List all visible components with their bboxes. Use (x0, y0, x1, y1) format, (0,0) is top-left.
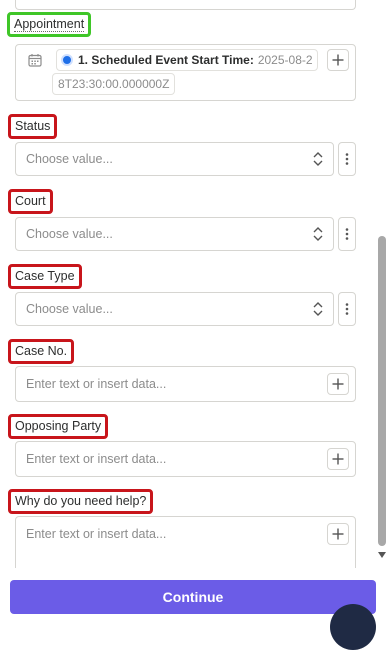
chevron-updown-icon (313, 227, 323, 241)
insert-data-button[interactable] (327, 49, 349, 71)
insert-data-button[interactable] (327, 523, 349, 545)
case-type-select[interactable]: Choose value... (15, 292, 334, 326)
why-help-textarea[interactable]: Enter text or insert data... (15, 516, 356, 576)
case-no-placeholder: Enter text or insert data... (26, 377, 167, 391)
insert-data-button[interactable] (327, 373, 349, 395)
kebab-menu-icon (345, 303, 349, 315)
footer: Continue (0, 568, 387, 616)
plus-icon (332, 378, 344, 390)
calendar-icon (28, 54, 42, 67)
court-options-button[interactable] (338, 217, 356, 251)
chevron-updown-icon (313, 152, 323, 166)
appointment-field[interactable]: 1. Scheduled Event Start Time: 2025-08-2… (15, 44, 356, 101)
step-value-continued: 8T23:30:00.000000Z (58, 77, 170, 91)
opposing-party-label: Opposing Party (8, 414, 109, 439)
court-select[interactable]: Choose value... (15, 217, 334, 251)
help-chat-button[interactable] (330, 604, 376, 650)
why-help-placeholder: Enter text or insert data... (26, 527, 167, 541)
insert-data-button[interactable] (327, 448, 349, 470)
kebab-menu-icon (345, 228, 349, 240)
step-app-icon (61, 54, 73, 66)
status-select[interactable]: Choose value... (15, 142, 334, 176)
mapped-data-pill-continued[interactable]: 8T23:30:00.000000Z (52, 73, 176, 95)
mapped-data-pill[interactable]: 1. Scheduled Event Start Time: 2025-08-2 (56, 49, 318, 71)
plus-icon (332, 54, 344, 66)
previous-field-box (15, 0, 356, 10)
form-panel: Appointment 1. Scheduled Event Start Tim… (0, 0, 387, 650)
scroll-down-arrow-icon[interactable] (378, 552, 386, 558)
step-value: 2025-08-2 (257, 53, 313, 67)
why-help-label: Why do you need help? (8, 489, 154, 514)
plus-icon (332, 528, 344, 540)
plus-icon (332, 453, 344, 465)
status-options-button[interactable] (338, 142, 356, 176)
opposing-party-input[interactable]: Enter text or insert data... (15, 441, 356, 477)
case-type-placeholder: Choose value... (26, 302, 113, 316)
step-label: 1. Scheduled Event Start Time: (78, 53, 254, 67)
kebab-menu-icon (345, 153, 349, 165)
continue-button[interactable]: Continue (10, 580, 376, 614)
chevron-updown-icon (313, 302, 323, 316)
case-type-label: Case Type (8, 264, 82, 289)
status-label: Status (8, 114, 58, 139)
opposing-party-placeholder: Enter text or insert data... (26, 452, 167, 466)
case-no-label: Case No. (8, 339, 75, 364)
court-label: Court (8, 189, 53, 214)
appointment-label: Appointment (7, 12, 92, 37)
scrollbar-thumb[interactable] (378, 236, 386, 546)
status-placeholder: Choose value... (26, 152, 113, 166)
case-no-input[interactable]: Enter text or insert data... (15, 366, 356, 402)
court-placeholder: Choose value... (26, 227, 113, 241)
case-type-options-button[interactable] (338, 292, 356, 326)
